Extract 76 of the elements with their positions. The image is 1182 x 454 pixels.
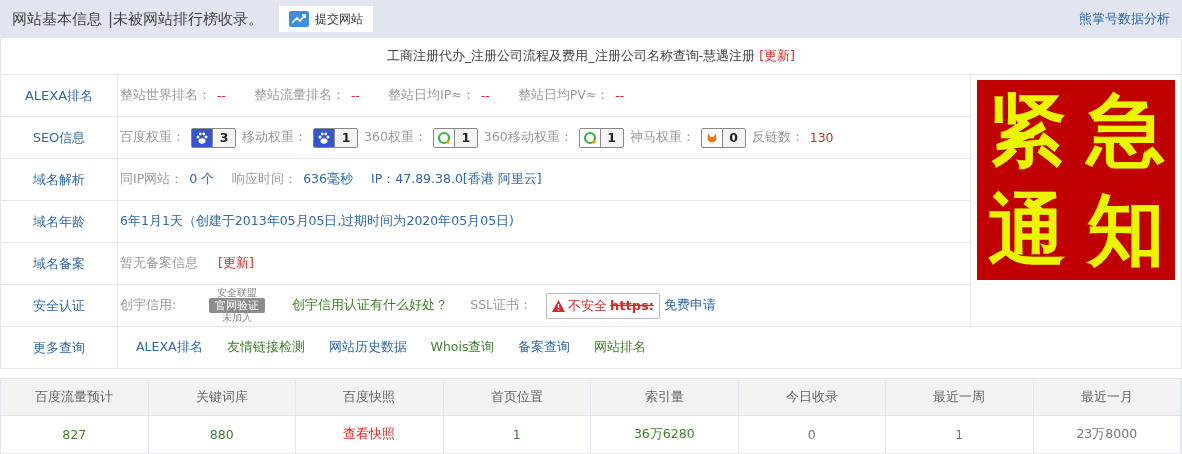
- table-cell: 0: [738, 416, 886, 453]
- field-label: 同IP网站：: [120, 171, 184, 188]
- column-header: 关键词库: [148, 379, 296, 416]
- table-cell: 1: [443, 416, 591, 453]
- site-title: 工商注册代办_注册公司流程及费用_注册公司名称查询-慧遇注册: [387, 47, 756, 65]
- field-value: 636毫秒: [303, 171, 354, 188]
- weight-badge: 3: [191, 127, 236, 148]
- weight-badge: 0: [700, 127, 746, 148]
- ssl-status-button[interactable]: 不安全 https:: [546, 292, 660, 319]
- query-link[interactable]: 网站历史数据: [328, 339, 407, 356]
- notice-banner[interactable]: 紧 急 通 知: [977, 80, 1175, 280]
- field-label: 反链数：: [751, 129, 804, 146]
- field-value: --: [615, 88, 625, 103]
- field-value: --: [351, 88, 361, 103]
- field-label: 百度权重：: [120, 129, 185, 146]
- field-label: 整站日均IP≈：: [388, 87, 475, 104]
- weight-badge: 1: [578, 127, 624, 148]
- column-header: 索引量: [591, 379, 739, 416]
- field-value: 130: [809, 130, 834, 145]
- column-header: 百度快照: [296, 379, 444, 416]
- field-label: 神马权重：: [629, 129, 695, 146]
- row-label: 安全认证: [1, 285, 118, 326]
- table-cell: 36万6280: [591, 416, 739, 453]
- column-header: 最近一周: [886, 379, 1034, 416]
- ranking-status: |未被网站排行榜收录。: [108, 9, 264, 29]
- weight-badge: 1: [313, 127, 358, 148]
- info-link[interactable]: 免费申请: [664, 297, 716, 314]
- row-label: 更多查询: [1, 327, 118, 368]
- row-label: 域名解析: [1, 159, 118, 200]
- update-link[interactable]: [更新]: [759, 47, 795, 65]
- weight-badge: 1: [432, 127, 478, 148]
- banner-character: 通: [987, 191, 1066, 269]
- query-link[interactable]: ALEXA排名: [136, 339, 203, 356]
- query-link[interactable]: 友情链接检测: [226, 339, 305, 356]
- seal-caption: 安全联盟: [217, 288, 258, 298]
- column-header: 首页位置: [443, 379, 591, 416]
- field-label: 整站日均PV≈：: [517, 87, 610, 104]
- banner-character: 知: [1086, 191, 1165, 269]
- banner-character: 急: [1086, 91, 1165, 169]
- table-cell[interactable]: 查看快照: [296, 416, 444, 453]
- field-value: --: [217, 88, 227, 103]
- field-label: 整站世界排名：: [120, 87, 211, 104]
- column-header: 百度流量预计: [1, 379, 149, 416]
- submit-site-button[interactable]: 提交网站: [279, 6, 374, 32]
- field-label: 360移动权重：: [483, 129, 573, 146]
- banner-character: 紧: [987, 91, 1066, 169]
- row-label: ALEXA排名: [1, 75, 118, 116]
- field-label: 响应时间：: [232, 171, 298, 188]
- column-header: 最近一月: [1033, 379, 1181, 416]
- column-header: 今日收录: [738, 379, 886, 416]
- field-value: --: [480, 88, 490, 103]
- field-label: 整站流量排名：: [254, 87, 346, 104]
- table-cell: 827: [1, 416, 149, 453]
- row-label: SEO信息: [1, 117, 118, 158]
- table-cell: 1: [886, 416, 1034, 453]
- field-label: 创宇信用:: [120, 297, 177, 314]
- table-cell: 23万8000: [1033, 416, 1181, 453]
- field-label: SSL证书：: [470, 297, 533, 314]
- field-label: 暂无备案信息: [120, 255, 198, 272]
- field-value: 0 个: [189, 171, 215, 188]
- section-title: 网站基本信息: [12, 9, 102, 29]
- row-label: 域名年龄: [1, 201, 118, 242]
- seal-status: 未加入: [222, 313, 253, 323]
- field-label: 移动权重：: [242, 129, 307, 146]
- info-link[interactable]: 创宇信用认证有什么好处？: [292, 297, 449, 314]
- query-link[interactable]: 备案查询: [518, 339, 571, 356]
- query-link[interactable]: Whois查询: [430, 339, 495, 356]
- analysis-link[interactable]: 熊掌号数据分析: [1079, 10, 1170, 28]
- field-value: 6年1月1天（创建于2013年05月05日,过期时间为2020年05月05日): [120, 213, 514, 230]
- update-link[interactable]: [更新]: [218, 255, 254, 272]
- seal-ribbon: 官网验证: [209, 298, 266, 313]
- field-value: IP：47.89.38.0[香港 阿里云]: [371, 171, 542, 188]
- table-cell: 880: [148, 416, 296, 453]
- field-label: 360权重：: [364, 129, 427, 146]
- row-label: 域名备案: [1, 243, 118, 284]
- query-link[interactable]: 网站排名: [594, 339, 647, 356]
